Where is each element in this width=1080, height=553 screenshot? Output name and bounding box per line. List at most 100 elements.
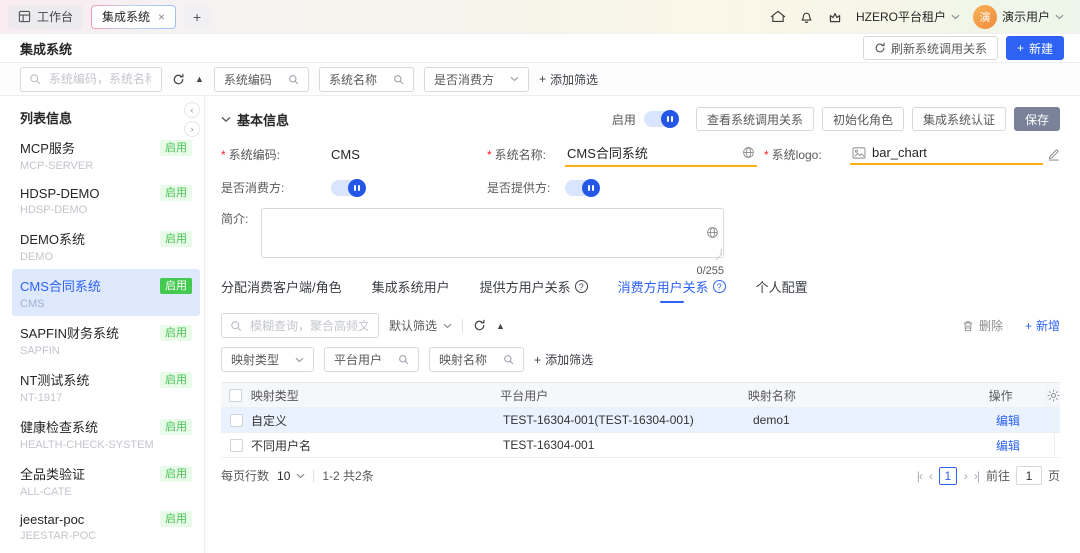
col-mapping-name: 映射名称 <box>747 388 796 403</box>
refresh-relation-button[interactable]: 刷新系统调用关系 <box>862 36 998 60</box>
edit-icon[interactable] <box>1047 148 1060 161</box>
status-badge: 启用 <box>160 185 192 201</box>
tab-integration-users[interactable]: 集成系统用户 <box>372 277 450 303</box>
close-icon[interactable]: × <box>158 10 165 24</box>
sidebar-item-all-cate[interactable]: 全品类验证 启用 ALL-CATE <box>12 457 200 504</box>
sidebar-item-jeestar[interactable]: jeestar-poc 启用 JEESTAR-POC <box>12 504 200 548</box>
tab-workbench[interactable]: 工作台 <box>8 4 84 29</box>
tab-consumer-user-relation[interactable]: 消费方用户关系 ? <box>618 277 726 303</box>
collapse-left-icon[interactable]: ‹ <box>184 102 200 118</box>
refresh-icon[interactable] <box>473 319 486 332</box>
detail-panel: 基本信息 启用 查看系统调用关系 初始化角色 集成系统认证 保存 系统编码: C… <box>205 96 1080 553</box>
avatar: 演 <box>972 4 997 29</box>
tab-label: 集成系统 <box>102 10 151 24</box>
edit-link[interactable]: 编辑 <box>996 414 1020 428</box>
intro-textarea[interactable] <box>261 208 724 258</box>
row-checkbox[interactable] <box>229 413 243 427</box>
sidebar-item-mock-hzero[interactable]: MOCK-HZERO启用 MOCK-HZERO <box>12 548 200 553</box>
system-code-value[interactable]: CMS <box>331 147 360 162</box>
tab-label: 工作台 <box>37 10 74 24</box>
add-filter-button[interactable]: + 添加筛选 <box>534 351 593 368</box>
first-page-icon[interactable]: |‹ <box>917 469 923 483</box>
page-range: 1-2 共2条 <box>322 469 374 483</box>
mapping-search-input[interactable] <box>248 317 370 334</box>
collapse-filters-icon[interactable]: ▲ <box>195 74 204 84</box>
crown-icon[interactable] <box>827 10 843 24</box>
add-filter-button[interactable]: + 添加筛选 <box>539 71 598 88</box>
chip-mapping-type[interactable]: 映射类型 <box>221 347 315 372</box>
tab-provider-user-relation[interactable]: 提供方用户关系 ? <box>480 277 588 303</box>
chip-mapping-name[interactable]: 映射名称 <box>429 347 525 372</box>
system-search-box[interactable] <box>20 66 162 92</box>
rows-per-page-label: 每页行数 <box>221 469 270 483</box>
chevron-down-icon <box>296 473 305 479</box>
next-page-icon[interactable]: › <box>964 469 968 483</box>
filter-chip-system-code[interactable]: 系统编码 <box>213 66 309 92</box>
status-badge: 启用 <box>160 511 192 527</box>
system-logo-field[interactable]: bar_chart <box>850 144 1043 165</box>
last-page-icon[interactable]: ›| <box>974 469 980 483</box>
expand-right-icon[interactable]: › <box>184 121 200 137</box>
chip-platform-user[interactable]: 平台用户 <box>324 347 420 372</box>
integration-auth-button[interactable]: 集成系统认证 <box>911 107 1006 131</box>
sidebar-item-sapfin[interactable]: SAPFIN财务系统 启用 SAPFIN <box>12 316 200 363</box>
section-collapse-icon[interactable] <box>221 116 231 123</box>
is-provider-toggle[interactable] <box>565 178 600 197</box>
globe-icon[interactable] <box>742 146 755 159</box>
edit-link[interactable]: 编辑 <box>996 439 1020 453</box>
sidebar-item-hdsp-demo[interactable]: HDSP-DEMO 启用 HDSP-DEMO <box>12 178 200 222</box>
save-button[interactable]: 保存 <box>1013 107 1060 131</box>
view-call-relation-button[interactable]: 查看系统调用关系 <box>695 107 814 131</box>
filter-chip-system-name[interactable]: 系统名称 <box>318 66 414 92</box>
add-tab-button[interactable]: + <box>184 4 211 29</box>
collapse-filters-icon[interactable]: ▲ <box>496 321 505 331</box>
table-settings-cell <box>1046 383 1060 407</box>
create-button[interactable]: + 新建 <box>1005 36 1064 60</box>
bell-icon[interactable] <box>799 9 814 24</box>
goto-page-input[interactable] <box>1015 466 1042 485</box>
rows-per-page-select[interactable]: 10 <box>277 469 305 483</box>
status-badge: 启用 <box>160 371 192 388</box>
tenant-switcher[interactable]: HZERO平台租户 <box>856 8 960 25</box>
sidebar-item-health-check[interactable]: 健康检查系统 启用 HEALTH-CHECK-SYSTEM <box>12 410 200 457</box>
table-row[interactable]: 不同用户名 TEST-16304-001 编辑 <box>221 433 1060 458</box>
chevron-down-icon <box>951 14 960 20</box>
table-row[interactable]: 自定义 TEST-16304-001(TEST-16304-001) demo1… <box>221 408 1060 433</box>
divider <box>462 318 464 333</box>
row-checkbox[interactable] <box>229 438 243 452</box>
trash-icon <box>962 320 974 332</box>
mapping-search-box[interactable] <box>221 313 379 338</box>
help-icon[interactable]: ? <box>574 280 588 293</box>
delete-button[interactable]: 删除 <box>962 317 1003 334</box>
add-mapping-button[interactable]: + 新增 <box>1025 317 1060 334</box>
tab-integration-system[interactable]: 集成系统 × <box>91 5 176 29</box>
init-role-button[interactable]: 初始化角色 <box>821 107 904 131</box>
current-page[interactable]: 1 <box>938 466 957 485</box>
detail-tabs: 分配消费客户端/角色 集成系统用户 提供方用户关系 ? 消费方用户关系 ? 个人… <box>221 277 1060 303</box>
globe-icon[interactable] <box>706 226 719 239</box>
tab-assign-client-role[interactable]: 分配消费客户端/角色 <box>221 277 342 303</box>
system-name-field[interactable]: CMS合同系统 <box>565 142 757 167</box>
gear-icon[interactable] <box>1047 389 1060 402</box>
is-consumer-toggle[interactable] <box>331 178 366 197</box>
sidebar-item-nt[interactable]: NT测试系统 启用 NT-1917 <box>12 363 200 410</box>
help-icon[interactable]: ? <box>712 280 726 293</box>
user-menu[interactable]: 演 演示用户 <box>972 4 1064 29</box>
home-icon[interactable] <box>770 9 786 24</box>
default-filter-dropdown[interactable]: 默认筛选 <box>389 317 452 334</box>
sidebar-item-demo[interactable]: DEMO系统 启用 DEMO <box>12 222 200 269</box>
page-title-bar: 集成系统 刷新系统调用关系 + 新建 <box>0 34 1080 63</box>
refresh-icon[interactable] <box>172 73 185 86</box>
mapping-table: 映射类型 平台用户 映射名称 操作 自定义 TEST-16304-001(TES… <box>221 382 1060 458</box>
sidebar-item-cms-selected[interactable]: CMS合同系统 启用 CMS <box>12 269 200 316</box>
enable-toggle[interactable] <box>643 110 679 128</box>
chevron-down-icon <box>295 357 304 363</box>
status-badge: 启用 <box>160 277 192 294</box>
tab-personal-config[interactable]: 个人配置 <box>756 277 808 303</box>
status-badge: 启用 <box>160 139 192 156</box>
sidebar-item-mcp[interactable]: MCP服务 启用 MCP-SERVER <box>12 131 200 178</box>
prev-page-icon[interactable]: ‹ <box>929 469 933 483</box>
select-all-checkbox[interactable] <box>229 388 243 402</box>
system-search-input[interactable] <box>47 71 153 87</box>
filter-chip-is-consumer[interactable]: 是否消费方 <box>423 66 529 92</box>
